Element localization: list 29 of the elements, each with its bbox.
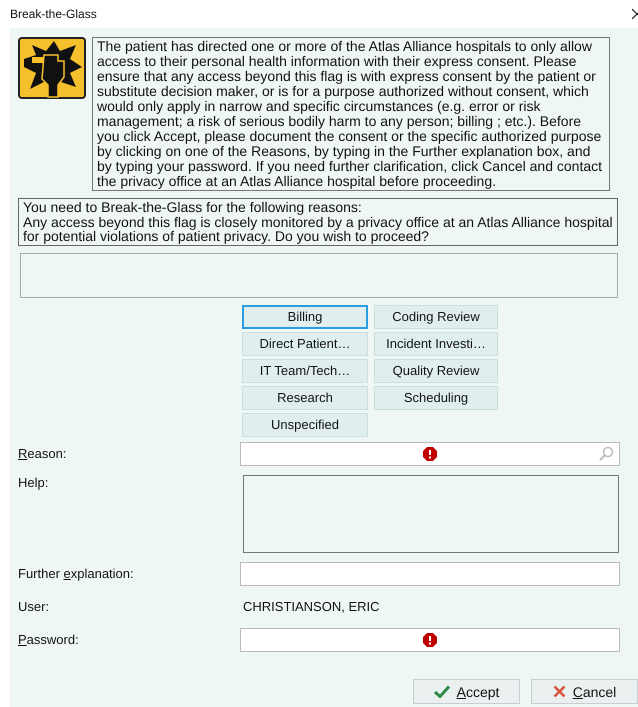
reason-button[interactable]: Billing [242, 304, 368, 328]
notice-text: Any access beyond this flag is closely monitored by a privacy office at an Atlas Alliance hospital for potential violations of patient privacy. Do you wish to proceed? [23, 214, 613, 244]
close-icon[interactable] [632, 8, 638, 20]
accept-button[interactable]: Accept [413, 679, 520, 704]
window-title: Break-the-Glass [10, 7, 97, 21]
reason-button[interactable]: Quality Review [374, 358, 498, 382]
reason-search-field[interactable] [240, 442, 620, 466]
field-label: Further explanation: [18, 566, 135, 581]
checkmark-icon [434, 685, 450, 698]
explanation-field[interactable] [240, 562, 620, 586]
reason-button[interactable]: Incident Investi… [374, 332, 498, 356]
user-name: CHRISTIANSON, ERIC [242, 599, 380, 614]
field-label: User: [18, 599, 50, 614]
field-label: Password: [18, 632, 80, 647]
reason-button[interactable]: Scheduling [374, 386, 498, 410]
field-label: Reason: [18, 446, 68, 461]
reason-button[interactable]: Research [242, 386, 368, 410]
reason-button[interactable]: Direct Patient… [242, 332, 368, 356]
fist-warning-icon [18, 37, 86, 99]
search-icon[interactable] [598, 446, 614, 462]
warning-message: The patient has directed one or more of the Atlas Alliance hospitals to only allow access to their personal health information with their express consent. Please ensure that any access beyond this flag is with express consent by the patient or substitute decision maker, or is for a purpose authorized without consent, which would only apply in narrow and specific circumstances (e.g. error or risk management; a risk of serious bodily harm to any person; billing ; etc.). Before you click Accept, please document the consent or the specific authorized purpose by clicking on one of the Reasons, by typing in the Further explanation box, and by typing your password. If you need further clarification, click Cancel and contact the privacy office at an Atlas Alliance hospital before proceeding. [92, 37, 610, 191]
reason-button[interactable]: IT Team/Tech… [242, 358, 368, 382]
reason-button[interactable]: Unspecified [242, 412, 368, 436]
cancel-button[interactable]: Cancel [531, 679, 638, 704]
reason-button[interactable]: Coding Review [374, 304, 498, 328]
field-label: Help: [18, 474, 50, 490]
close-icon [552, 685, 566, 698]
notice-text: You need to Break-the-Glass for the following reasons: [23, 200, 363, 214]
password-field[interactable] [240, 628, 620, 652]
